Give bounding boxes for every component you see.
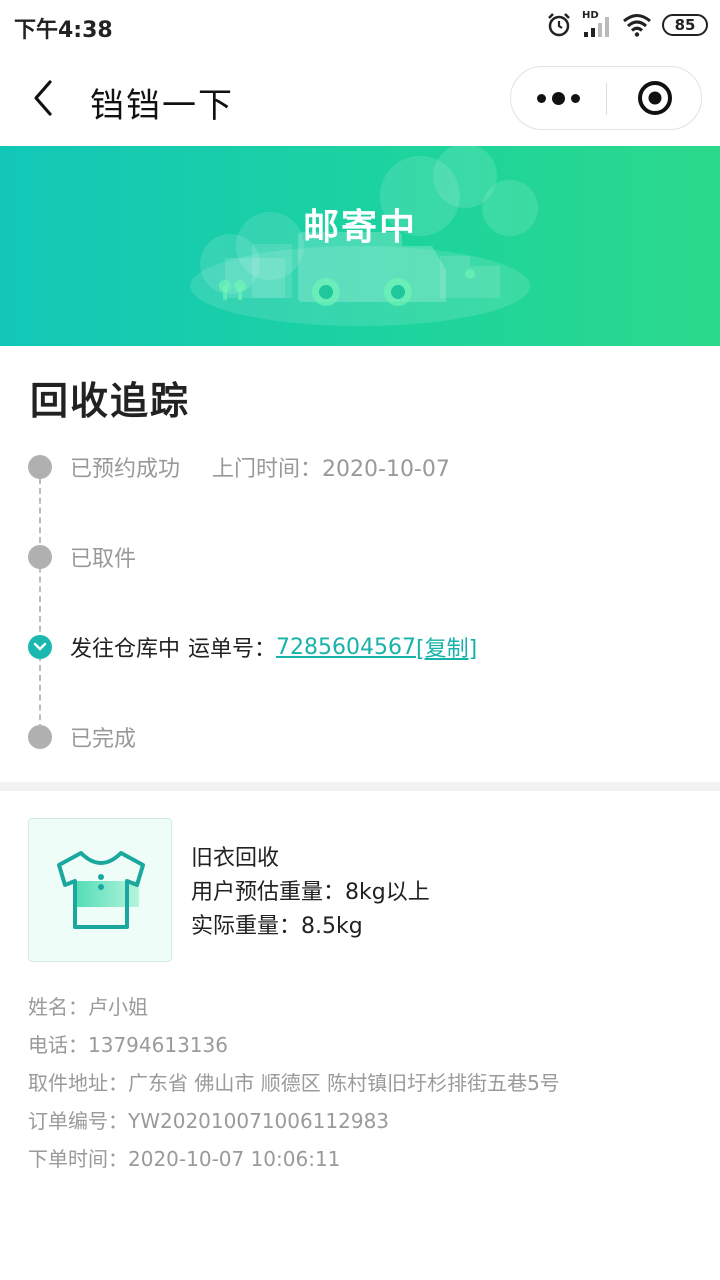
timeline-step: 已完成: [28, 722, 136, 752]
nav-bar: 铛铛一下: [0, 50, 720, 146]
step-dot-icon: [28, 725, 52, 749]
step-label: 已完成: [70, 727, 137, 752]
check-circle-icon: [28, 635, 52, 659]
status-time: 下午4:38: [14, 18, 113, 43]
pickup-address: 取件地址：广东省 佛山市 顺德区 陈村镇旧圩杉排街五巷5号: [28, 1071, 560, 1095]
wifi-icon: [623, 14, 651, 37]
step-dot-icon: [28, 545, 52, 569]
more-dots-icon: [537, 93, 546, 103]
more-dot-right: [571, 93, 580, 103]
battery-indicator: 85: [662, 14, 708, 36]
t-shirt-icon: [57, 851, 145, 929]
banner-title: 邮寄中: [302, 207, 417, 248]
waybill-label: 运单号：: [188, 637, 277, 662]
order-details: 姓名：卢小姐 电话：13794613136 取件地址：广东省 佛山市 顺德区 陈…: [28, 988, 560, 1178]
order-time: 下单时间：2020-10-07 10:06:11: [28, 1147, 341, 1171]
section-divider: [0, 782, 720, 791]
customer-phone: 电话：13794613136: [28, 1033, 228, 1057]
actual-weight: 实际重量：8.5kg: [191, 914, 363, 939]
target-icon: [637, 81, 672, 115]
timeline-line: [39, 478, 41, 740]
copy-waybill-link[interactable]: [复制]: [416, 631, 477, 663]
alarm-icon: [548, 13, 570, 37]
product-title: 旧衣回收: [191, 846, 280, 871]
status-icons: HD 85: [546, 10, 708, 40]
order-number: 订单编号：YW202010071006112983: [28, 1109, 390, 1133]
product-image: [28, 818, 172, 962]
timeline-step: 已预约成功 上门时间：2020-10-07: [28, 452, 450, 482]
back-arrow-icon[interactable]: [26, 78, 62, 118]
signal-icon: HD: [582, 10, 612, 38]
step-label: 已预约成功: [70, 457, 181, 482]
product-info: 旧衣回收 用户预估重量：8kg以上 实际重量：8.5kg: [191, 842, 430, 944]
step-dot-icon: [28, 455, 52, 479]
timeline-step-active: 发往仓库中 运单号： 7285604567 [复制]: [28, 632, 477, 662]
customer-name: 姓名：卢小姐: [28, 995, 148, 1019]
step-label: 发往仓库中: [70, 637, 181, 662]
visit-time: 上门时间：2020-10-07: [212, 457, 450, 482]
status-banner: 邮寄中: [0, 146, 720, 346]
more-dot-center: [552, 91, 565, 105]
menu-capsule: [510, 66, 702, 130]
status-bar: 下午4:38 HD 85: [0, 0, 720, 50]
tracking-title: 回收追踪: [30, 379, 191, 423]
step-label: 已取件: [70, 547, 137, 572]
estimated-weight: 用户预估重量：8kg以上: [191, 880, 430, 905]
close-miniprogram-button[interactable]: [607, 67, 702, 129]
waybill-number-link[interactable]: 7285604567: [276, 635, 416, 660]
page-title: 铛铛一下: [90, 86, 234, 126]
timeline-step: 已取件: [28, 542, 136, 572]
more-button[interactable]: [511, 67, 606, 129]
